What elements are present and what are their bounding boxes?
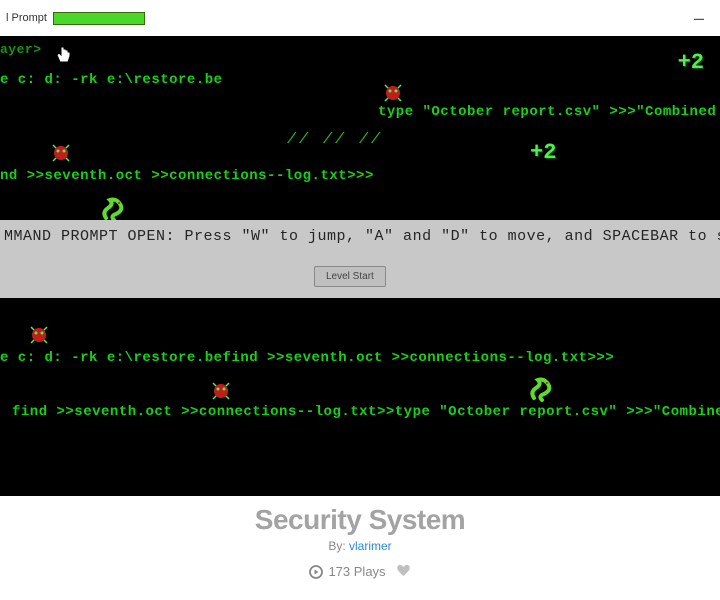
- game-title: Security System: [0, 504, 720, 536]
- plays-count: 173 Plays: [309, 564, 385, 579]
- score-popup-2: +2: [530, 140, 556, 165]
- instruction-banner: MMAND PROMPT OPEN: Press "W" to jump, "A…: [0, 220, 720, 298]
- term-player-prompt: ayer>: [0, 42, 42, 57]
- term-restore-2: e c: d: -rk e:\restore.befind >>seventh.…: [0, 350, 614, 366]
- virus-red-icon: [210, 380, 232, 402]
- health-bar: [53, 12, 145, 25]
- slashes-decor: // // //: [287, 131, 383, 148]
- term-find-1: nd >>seventh.oct >>connections--log.txt>…: [0, 168, 374, 184]
- game-viewport[interactable]: ayer> e c: d: -rk e:\restore.be +2 type …: [0, 36, 720, 496]
- cursor-hand-icon: [55, 44, 73, 66]
- term-bottom-line: find >>seventh.oct >>connections--log.tx…: [12, 404, 720, 420]
- term-type-report: type "October report.csv" >>>"Combined r…: [378, 104, 720, 120]
- term-restore-1: e c: d: -rk e:\restore.be: [0, 72, 223, 88]
- author-link[interactable]: vlarimer: [349, 539, 392, 553]
- minimize-button[interactable]: –: [684, 13, 714, 23]
- byline: By: vlarimer: [0, 539, 720, 553]
- level-start-button[interactable]: Level Start: [314, 266, 386, 287]
- snake-icon: [528, 376, 556, 404]
- virus-red-icon: [382, 82, 404, 104]
- virus-red-icon: [28, 324, 50, 346]
- page-footer: Security System By: vlarimer 173 Plays: [0, 496, 720, 600]
- window-titlebar: l Prompt –: [0, 0, 720, 36]
- instruction-text: MMAND PROMPT OPEN: Press "W" to jump, "A…: [0, 220, 720, 245]
- play-icon: [309, 565, 323, 579]
- stats-row: 173 Plays: [0, 563, 720, 580]
- window-title: l Prompt: [6, 12, 47, 24]
- virus-red-icon: [50, 142, 72, 164]
- heart-icon[interactable]: [396, 563, 411, 580]
- score-popup-1: +2: [678, 50, 704, 75]
